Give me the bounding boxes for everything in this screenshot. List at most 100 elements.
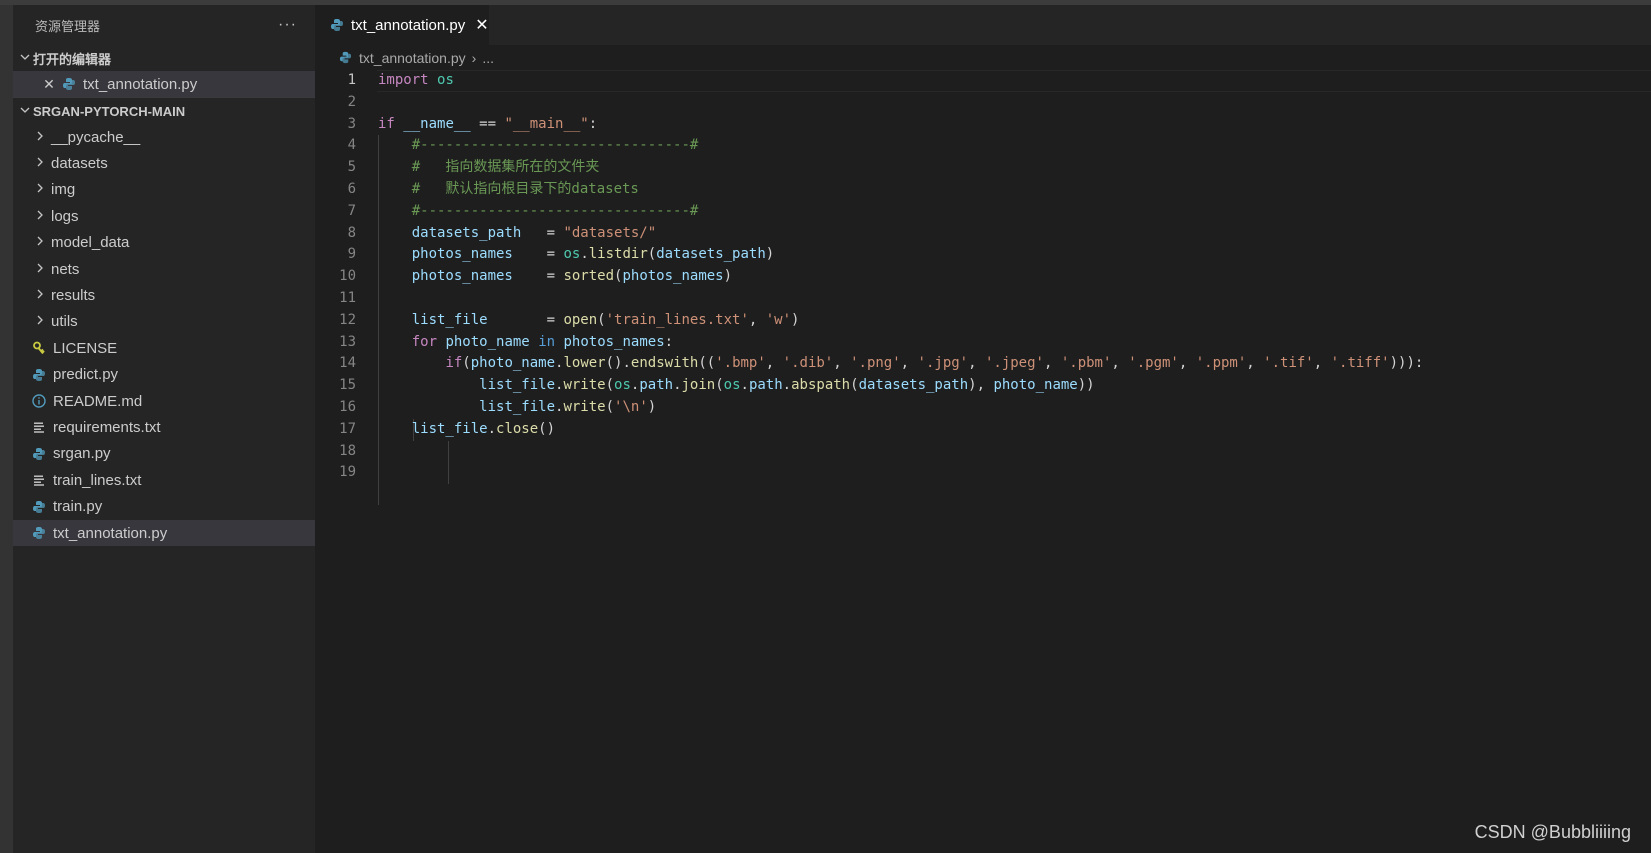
code-token: . bbox=[740, 377, 749, 394]
code-token: '.jpeg' bbox=[984, 355, 1044, 372]
code-line: list_file.close() bbox=[378, 419, 1423, 441]
python-icon bbox=[31, 367, 47, 383]
breadcrumb-rest[interactable]: ... bbox=[482, 50, 494, 66]
code-line: if __name__ == "__main__": bbox=[378, 114, 1423, 136]
folder-item[interactable]: utils bbox=[13, 309, 315, 335]
folder-item[interactable]: nets bbox=[13, 256, 315, 282]
more-actions-icon[interactable]: ··· bbox=[278, 16, 297, 34]
code-token: listdir bbox=[588, 246, 648, 263]
folder-item[interactable]: datasets bbox=[13, 150, 315, 176]
code-token: photo_name bbox=[993, 377, 1078, 394]
breadcrumb-file[interactable]: txt_annotation.py bbox=[359, 50, 466, 66]
code-token: ) bbox=[765, 246, 775, 263]
code-token: # 默认指向根目录下的datasets bbox=[411, 180, 639, 197]
code-token: , bbox=[900, 355, 918, 372]
code-token: ( bbox=[715, 377, 724, 394]
code-token: #--------------------------------# bbox=[411, 137, 699, 154]
code-token: __name__ bbox=[403, 115, 471, 132]
explorer-title: 资源管理器 bbox=[35, 18, 101, 34]
close-icon[interactable]: ✕ bbox=[41, 76, 57, 93]
code-token: ( bbox=[605, 377, 615, 394]
line-number: 12 bbox=[339, 311, 356, 328]
file-tree: __pycache__ datasets img logs model_data nets… bbox=[13, 124, 315, 547]
tab-txt-annotation[interactable]: txt_annotation.py ✕ bbox=[315, 5, 489, 45]
code-area[interactable]: import os if __name__ == "__main__": #---… bbox=[378, 70, 1423, 484]
chevron-right-icon bbox=[33, 262, 47, 277]
code-token: #--------------------------------# bbox=[411, 202, 699, 219]
code-line: datasets_path = "datasets/" bbox=[378, 223, 1423, 245]
line-number: 15 bbox=[339, 377, 356, 394]
file-item[interactable]: README.md bbox=[13, 388, 315, 414]
code-token: 'train_lines.txt' bbox=[605, 311, 749, 328]
folder-item[interactable]: __pycache__ bbox=[13, 124, 315, 150]
code-token: os bbox=[723, 377, 741, 394]
code-editor[interactable]: 1 2 3 4 5 6 7 8 9 10 11 12 13 14 15 16 17 18 19 import os i… bbox=[315, 70, 1651, 853]
line-number: 18 bbox=[339, 442, 356, 459]
file-label: README.md bbox=[53, 392, 143, 410]
code-token: "__main__" bbox=[504, 115, 589, 132]
code-line: photos_names = sorted(photos_names) bbox=[378, 266, 1423, 288]
chevron-right-icon bbox=[33, 156, 47, 171]
code-token: '.bmp' bbox=[715, 355, 766, 372]
code-token: list_file bbox=[411, 420, 488, 437]
code-token: close bbox=[496, 420, 539, 437]
python-icon bbox=[337, 50, 353, 66]
folder-item[interactable]: logs bbox=[13, 203, 315, 229]
open-editor-item[interactable]: ✕ txt_annotation.py bbox=[13, 71, 315, 97]
file-item[interactable]: predict.py bbox=[13, 362, 315, 388]
python-icon bbox=[31, 525, 47, 541]
code-line: if(photo_name.lower().endswith(('.bmp', … bbox=[378, 353, 1423, 375]
folder-item[interactable]: model_data bbox=[13, 230, 315, 256]
code-token: ), bbox=[968, 377, 994, 394]
code-token: photo_name bbox=[470, 355, 556, 372]
open-editors-section[interactable]: 打开的编辑器 bbox=[13, 45, 315, 71]
line-number: 14 bbox=[339, 355, 356, 372]
project-section[interactable]: SRGAN-PYTORCH-MAIN bbox=[13, 97, 315, 124]
code-token: photos_names bbox=[411, 268, 513, 285]
code-token: '.tif' bbox=[1263, 355, 1314, 372]
python-icon bbox=[31, 499, 47, 515]
code-token: == bbox=[470, 115, 505, 132]
folder-item[interactable]: results bbox=[13, 282, 315, 308]
line-number: 16 bbox=[339, 398, 356, 415]
file-label: srgan.py bbox=[53, 445, 111, 463]
code-token: datasets_path bbox=[858, 377, 969, 394]
file-item[interactable]: requirements.txt bbox=[13, 414, 315, 440]
chevron-down-icon bbox=[17, 51, 33, 66]
file-item[interactable]: srgan.py bbox=[13, 441, 315, 467]
file-label: train.py bbox=[53, 498, 103, 516]
folder-item[interactable]: img bbox=[13, 177, 315, 203]
line-number: 9 bbox=[347, 246, 356, 263]
file-label: LICENSE bbox=[53, 339, 118, 357]
code-token: (( bbox=[698, 355, 716, 372]
file-label: txt_annotation.py bbox=[53, 524, 168, 542]
chevron-right-icon bbox=[33, 130, 47, 145]
code-token: () bbox=[538, 420, 556, 437]
line-number: 7 bbox=[347, 202, 356, 219]
code-token: path bbox=[639, 377, 674, 394]
code-token: "datasets/" bbox=[563, 224, 657, 241]
code-token: photos_names bbox=[622, 268, 724, 285]
code-token: 'w' bbox=[765, 311, 792, 328]
line-number: 5 bbox=[347, 159, 356, 176]
code-token: abspath bbox=[791, 377, 851, 394]
folder-label: datasets bbox=[51, 155, 108, 173]
code-token: # 指向数据集所在的文件夹 bbox=[411, 159, 600, 176]
file-item[interactable]: txt_annotation.py bbox=[13, 519, 315, 547]
code-token: . bbox=[580, 246, 589, 263]
line-number: 3 bbox=[347, 115, 356, 132]
code-token: datasets_path bbox=[411, 224, 522, 241]
tab-close-icon[interactable]: ✕ bbox=[475, 15, 488, 35]
code-token: os bbox=[437, 72, 454, 88]
file-item[interactable]: LICENSE bbox=[13, 335, 315, 361]
file-item[interactable]: train.py bbox=[13, 493, 315, 519]
tab-bar: txt_annotation.py ✕ bbox=[315, 5, 1651, 45]
code-token: os bbox=[614, 377, 631, 394]
file-item[interactable]: train_lines.txt bbox=[13, 467, 315, 493]
tab-label: txt_annotation.py bbox=[351, 16, 466, 34]
